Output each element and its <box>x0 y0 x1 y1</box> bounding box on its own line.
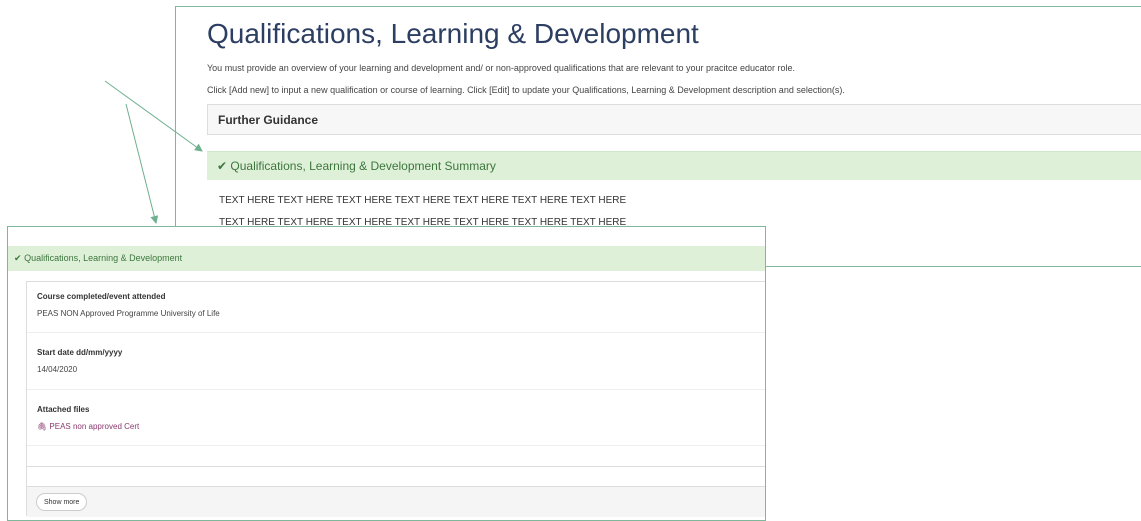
callout-arrow <box>104 80 203 152</box>
callout-arrows <box>104 80 203 224</box>
callout-arrow <box>125 103 159 224</box>
